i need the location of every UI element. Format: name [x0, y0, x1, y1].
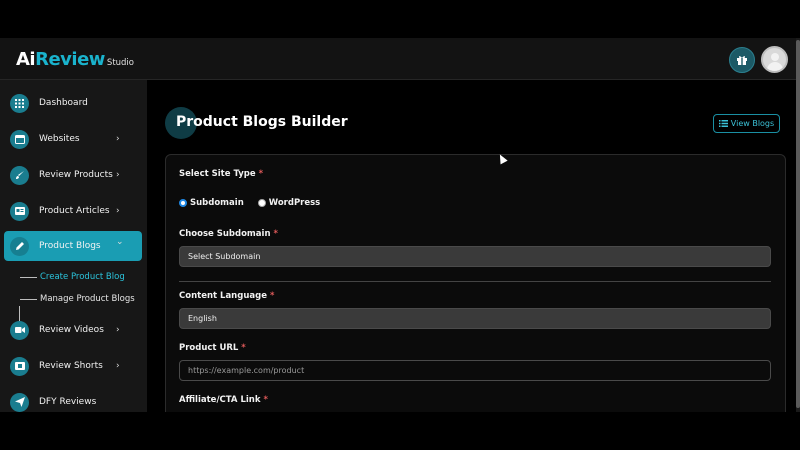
list-icon	[718, 120, 728, 127]
sidebar-item-label: Product Articles	[39, 206, 110, 216]
blog-builder-form: Select Site Type * Subdomain WordPress C…	[165, 154, 786, 412]
chevron-right-icon: ›	[116, 361, 120, 371]
send-icon	[10, 392, 29, 412]
site-type-label-text: Select Site Type	[179, 169, 256, 179]
brush-icon	[10, 165, 29, 185]
subdomain-select[interactable]: Select Subdomain	[179, 246, 771, 267]
user-avatar[interactable]	[761, 46, 788, 73]
language-select[interactable]: English	[179, 308, 771, 329]
product-url-label: Product URL *	[179, 343, 246, 353]
sidebar-subitem-manage-product-blogs[interactable]: Manage Product Blogs	[20, 292, 135, 306]
scrollbar-thumb[interactable]	[796, 40, 800, 408]
sidebar-item-label: Review Shorts	[39, 361, 103, 371]
sidebar: Dashboard Websites › Review Products › P…	[0, 80, 147, 412]
sidebar-item-product-articles[interactable]: Product Articles ›	[4, 196, 142, 226]
window-icon	[10, 129, 29, 149]
wordpress-radio[interactable]	[257, 199, 266, 207]
page-title: Product Blogs Builder	[176, 114, 348, 130]
product-url-label-text: Product URL	[179, 343, 239, 353]
tree-branch	[20, 276, 37, 278]
sidebar-item-websites[interactable]: Websites ›	[4, 124, 142, 154]
required-mark: *	[269, 291, 275, 301]
chevron-down-icon: ⌄	[116, 237, 124, 247]
sidebar-item-review-videos[interactable]: Review Videos ›	[4, 315, 142, 345]
sidebar-item-label: Websites	[39, 134, 80, 144]
avatar-head	[771, 53, 779, 61]
section-divider	[179, 281, 771, 282]
sidebar-item-label: Review Products	[39, 170, 113, 180]
view-blogs-label: View Blogs	[730, 119, 775, 128]
logo-review-text: Review	[35, 49, 105, 70]
sidebar-item-label: Dashboard	[39, 98, 88, 108]
subdomain-select-value: Select Subdomain	[188, 252, 261, 261]
required-mark: *	[263, 395, 268, 405]
film-icon	[10, 356, 29, 376]
page-scrollbar[interactable]	[796, 38, 800, 412]
product-url-input[interactable]: https://example.com/product	[179, 360, 771, 381]
sidebar-subitem-create-product-blog[interactable]: Create Product Blog	[20, 270, 125, 284]
subdomain-radio[interactable]	[179, 199, 187, 207]
chevron-right-icon: ›	[116, 206, 120, 216]
chevron-right-icon: ›	[116, 170, 120, 180]
logo-studio-text: Studio	[106, 58, 134, 68]
tree-branch	[20, 298, 37, 300]
site-type-label: Select Site Type *	[179, 169, 263, 179]
gift-button[interactable]	[729, 47, 755, 73]
required-mark: *	[273, 229, 278, 239]
subdomain-radio-label[interactable]: Subdomain	[190, 198, 244, 208]
sidebar-item-dashboard[interactable]: Dashboard	[4, 88, 142, 118]
letterbox-bottom	[0, 412, 800, 450]
language-select-value: English	[188, 314, 217, 323]
letterbox-top	[0, 0, 800, 38]
subdomain-label-text: Choose Subdomain	[179, 229, 271, 239]
logo-ai-text: Ai	[16, 49, 36, 70]
site-type-radio-group: Subdomain WordPress	[179, 198, 320, 208]
sidebar-item-review-shorts[interactable]: Review Shorts ›	[4, 351, 142, 381]
top-header: Ai Review Studio	[0, 38, 796, 80]
avatar-body	[767, 62, 783, 71]
pencil-icon	[10, 236, 29, 256]
chevron-right-icon: ›	[116, 325, 120, 335]
product-url-placeholder: https://example.com/product	[188, 366, 305, 375]
subdomain-label: Choose Subdomain *	[179, 229, 278, 239]
language-label-text: Content Language	[179, 291, 267, 301]
affiliate-link-label-text: Affiliate/CTA Link	[179, 395, 261, 405]
sidebar-item-label: Review Videos	[39, 325, 104, 335]
sidebar-item-dfy-reviews[interactable]: DFY Reviews	[4, 387, 142, 412]
chevron-right-icon: ›	[116, 134, 120, 144]
article-icon	[10, 201, 29, 221]
sidebar-item-label: DFY Reviews	[39, 397, 97, 407]
grid-icon	[10, 93, 29, 113]
gift-icon	[737, 56, 747, 65]
sidebar-item-label: Product Blogs	[39, 241, 101, 251]
app-window: Ai Review Studio Dashboard Websites › Re…	[0, 38, 800, 412]
sidebar-item-review-products[interactable]: Review Products ›	[4, 160, 142, 190]
subitem-label: Manage Product Blogs	[40, 294, 135, 304]
language-label: Content Language *	[179, 291, 274, 301]
subitem-label: Create Product Blog	[40, 272, 125, 282]
view-blogs-button[interactable]: View Blogs	[713, 114, 780, 133]
main-content: Product Blogs Builder View Blogs Select …	[147, 80, 796, 412]
required-mark: *	[258, 169, 264, 179]
required-mark: *	[241, 343, 246, 353]
wordpress-radio-label[interactable]: WordPress	[269, 198, 321, 208]
sidebar-item-product-blogs[interactable]: Product Blogs ⌄	[4, 231, 142, 261]
app-logo[interactable]: Ai Review Studio	[16, 49, 134, 70]
affiliate-link-label: Affiliate/CTA Link *	[179, 395, 268, 405]
video-icon	[10, 320, 29, 340]
